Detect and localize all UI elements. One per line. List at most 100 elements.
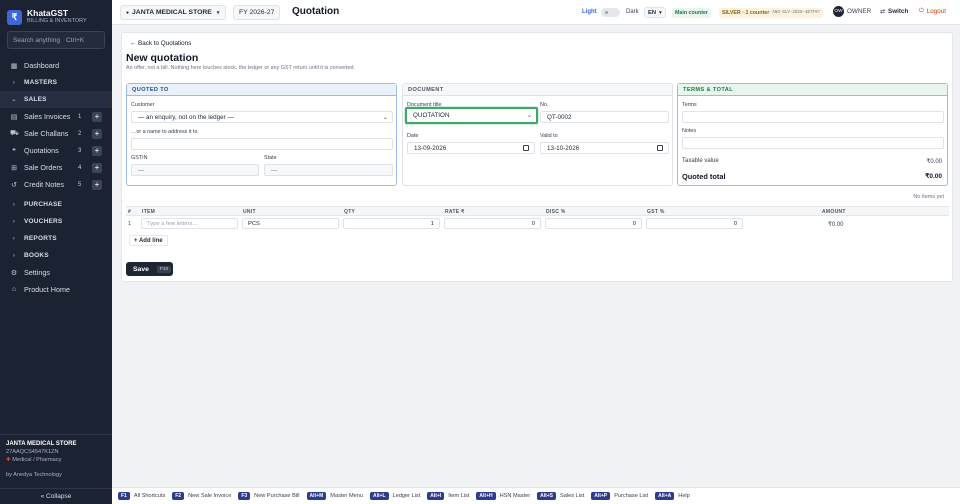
save-label: Save	[133, 265, 149, 273]
fy-selector[interactable]: FY 2026-27	[233, 5, 281, 20]
count-badge: 4	[78, 164, 82, 171]
item-search-input[interactable]: Type a few letters…	[141, 218, 238, 229]
sidebar-group-sales[interactable]: ⌄ SALES	[0, 91, 112, 108]
shortcut-hsn-master[interactable]: Alt+H HSN Master	[476, 492, 530, 500]
page-title: Quotation	[292, 6, 340, 17]
sidebar-search[interactable]: Search anything Ctrl+K	[7, 31, 105, 49]
sidebar-item-sales-invoices[interactable]: ▤ Sales Invoices 1 +	[0, 108, 112, 125]
brand-subtitle: BILLING & INVENTORY	[27, 18, 87, 24]
avatar: OW	[833, 6, 844, 17]
footer-store-name: JANTA MEDICAL STORE	[6, 441, 77, 447]
search-shortcut: Ctrl+K	[65, 36, 85, 44]
theme-dark-label[interactable]: Dark	[626, 9, 639, 15]
shortcut-purchase-list[interactable]: Alt+P Purchase List	[591, 492, 648, 500]
date-input[interactable]: 13-09-2026	[407, 142, 535, 154]
shortcut-ledger-list[interactable]: Alt+L Ledger List	[369, 492, 421, 500]
rate-input[interactable]: 0	[444, 218, 541, 229]
quote-icon: ❝	[12, 147, 16, 155]
sidebar-item-settings[interactable]: ⚙ Settings	[0, 264, 112, 281]
sidebar-item-credit-notes[interactable]: ↺ Credit Notes 5 +	[0, 176, 112, 193]
collapse-sidebar-button[interactable]: « Collapse	[0, 488, 112, 504]
sidebar-item-dashboard[interactable]: ▦ Dashboard	[0, 57, 112, 74]
sidebar-item-product-home[interactable]: ⌂ Product Home	[0, 281, 112, 298]
shortcut-key: F2	[172, 492, 185, 500]
quotation-form: ← Back to Quotations New quotation An of…	[121, 32, 953, 282]
no-items-label: No items yet	[913, 194, 944, 200]
discount-input[interactable]: 0	[545, 218, 642, 229]
shortcut-label: HSN Master	[499, 493, 531, 499]
shortcut-new-sale-invoice[interactable]: F2 New Sale Invoice	[172, 492, 231, 500]
add-sales-invoice-button[interactable]: +	[92, 111, 102, 122]
store-selector[interactable]: ● JANTA MEDICAL STORE ▾	[120, 5, 226, 20]
form-heading: New quotation	[126, 52, 199, 64]
language-selector[interactable]: EN ▾	[644, 7, 666, 18]
truck-icon: ⛟	[10, 130, 19, 137]
switch-button[interactable]: ⇄ Switch	[880, 8, 908, 15]
shortcut-master-menu[interactable]: Alt+M Master Menu	[306, 492, 363, 500]
sidebar-item-label: Settings	[24, 268, 50, 277]
sidebar-item-sale-challans[interactable]: ⛟ Sale Challans 2 +	[0, 125, 112, 142]
theme-toggle[interactable]	[601, 8, 620, 17]
address-name-input[interactable]	[131, 138, 393, 150]
notes-input[interactable]	[682, 137, 944, 149]
sidebar-group-purchase[interactable]: › PURCHASE	[0, 196, 112, 213]
sidebar-nav: ▦ Dashboard › MASTERS ⌄ SALES ▤ Sales In…	[0, 57, 112, 298]
chevron-right-icon: ›	[12, 218, 16, 225]
taxable-value-amount: ₹0.00	[926, 159, 943, 165]
sidebar-group-vouchers[interactable]: › VOUCHERS	[0, 213, 112, 230]
shortcut-label: Ledger List	[392, 493, 421, 499]
sidebar-item-label: Sales Invoices	[24, 112, 71, 121]
language-label: EN	[648, 9, 657, 16]
user-menu[interactable]: OW OWNER	[833, 6, 871, 17]
save-button[interactable]: Save F10	[126, 262, 173, 276]
add-quotation-button[interactable]: +	[92, 145, 102, 156]
shortcut-new-purchase-bill[interactable]: F3 New Purchase Bill	[238, 492, 300, 500]
sidebar-item-label: Sale Orders	[24, 163, 63, 172]
sidebar-group-masters[interactable]: › MASTERS	[0, 74, 112, 91]
calendar-icon[interactable]	[657, 145, 663, 151]
shortcut-sales-list[interactable]: Alt+S Sales List	[537, 492, 584, 500]
pill-icon: ✚	[6, 457, 11, 463]
back-to-quotations-link[interactable]: ← Back to Quotations	[130, 40, 191, 47]
sidebar-item-sale-orders[interactable]: ⊞ Sale Orders 4 +	[0, 159, 112, 176]
theme-light-label[interactable]: Light	[582, 9, 597, 15]
add-line-button[interactable]: + Add line	[129, 235, 168, 246]
customer-select[interactable]: — an enquiry, not on the ledger — ⌄	[131, 111, 393, 123]
shortcut-key: Alt+M	[306, 492, 327, 500]
counter-chip: Main counter	[672, 8, 711, 18]
calendar-icon[interactable]	[523, 145, 529, 151]
sidebar-item-label: BOOKS	[24, 252, 49, 259]
sidebar-group-reports[interactable]: › REPORTS	[0, 230, 112, 247]
footer-by: by Anedya Technology	[6, 472, 62, 478]
chevron-right-icon: ›	[12, 201, 16, 208]
brand[interactable]: ₹ KhataGST BILLING & INVENTORY	[0, 0, 112, 27]
sidebar-item-label: Product Home	[24, 285, 70, 294]
document-title-select[interactable]: QUOTATION ⌄	[405, 107, 538, 124]
chevron-right-icon: ›	[12, 252, 16, 259]
shortcut-key: Alt+P	[591, 492, 611, 500]
number-input[interactable]: QT-0002	[540, 111, 669, 123]
add-credit-note-button[interactable]: +	[92, 179, 102, 190]
logout-label: Logout	[926, 8, 947, 15]
add-sale-order-button[interactable]: +	[92, 162, 102, 173]
gst-input[interactable]: 0	[646, 218, 743, 229]
logout-button[interactable]: ⏻ Logout	[919, 8, 946, 15]
form-subtitle: An offer, not a bill. Nothing here touch…	[126, 65, 356, 71]
notes-label: Notes	[682, 128, 697, 134]
count-badge: 2	[78, 130, 82, 137]
sidebar-group-books[interactable]: › BOOKS	[0, 247, 112, 264]
sidebar-item-quotations[interactable]: ❝ Quotations 3 +	[0, 142, 112, 159]
quoted-total-label: Quoted total	[682, 172, 726, 181]
qty-input[interactable]: 1	[343, 218, 440, 229]
shortcut-help[interactable]: Alt+A Help	[655, 492, 690, 500]
unit-input[interactable]: PCS	[242, 218, 339, 229]
valid-to-input[interactable]: 13-10-2026	[540, 142, 669, 154]
column-header: QTY	[344, 209, 356, 215]
shortcut-item-list[interactable]: Alt+I Item List	[427, 492, 469, 500]
add-sale-challan-button[interactable]: +	[92, 128, 102, 139]
terms-input[interactable]	[682, 111, 944, 123]
shortcut-key: F1	[118, 492, 130, 500]
items-table-header: # ITEM UNIT QTY RATE ₹ DISC % GST % AMOU…	[126, 206, 949, 216]
chevron-right-icon: ›	[12, 235, 16, 242]
shortcut-all[interactable]: F1 All Shortcuts	[118, 492, 165, 500]
